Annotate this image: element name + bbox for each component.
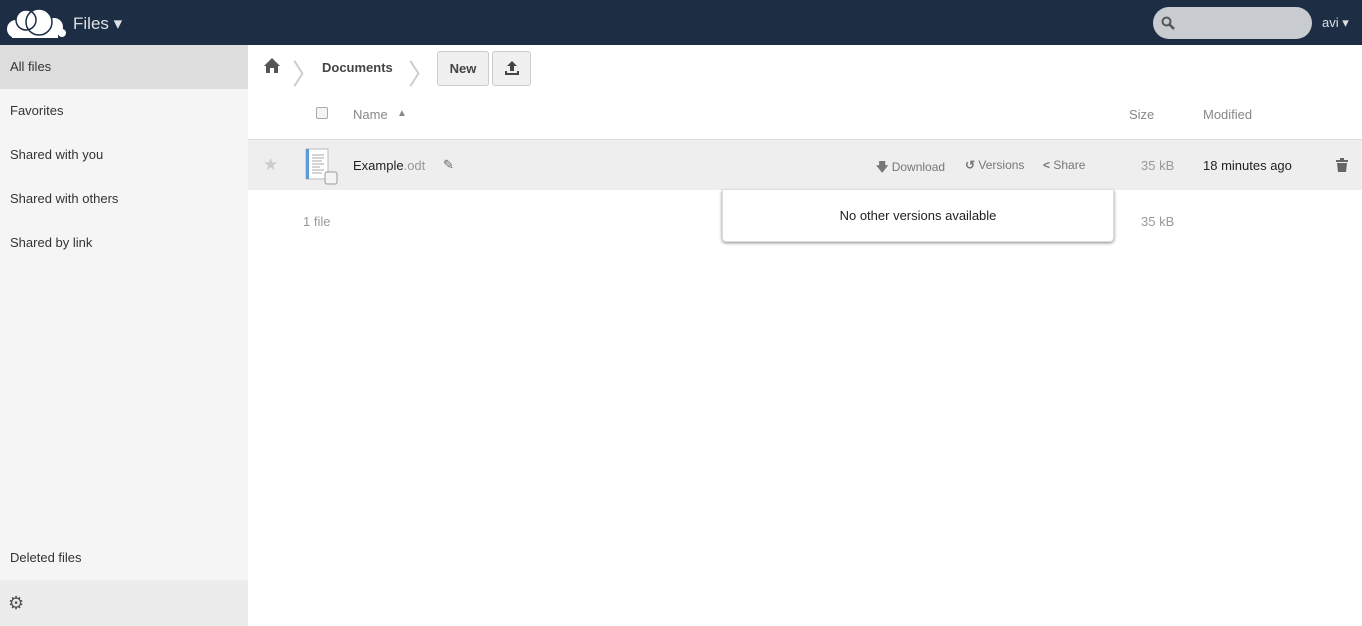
- search-input[interactable]: [1153, 7, 1312, 39]
- rename-pencil-icon[interactable]: ✎: [443, 157, 454, 173]
- sidebar-item-shared-by-link[interactable]: Shared by link: [0, 221, 248, 265]
- breadcrumb-separator: 〉: [408, 59, 437, 90]
- sort-ascending-icon: ▲: [397, 108, 407, 119]
- size-column-header[interactable]: Size: [1129, 107, 1154, 122]
- top-bar: Files ▾ avi ▾: [0, 0, 1362, 45]
- download-icon: 🡇: [876, 160, 889, 174]
- file-modified: 18 minutes ago: [1203, 158, 1292, 173]
- document-file-icon: [305, 148, 338, 185]
- download-action[interactable]: 🡇 Download: [876, 158, 945, 179]
- file-table-header: Name ▲ Size Modified: [248, 89, 1362, 140]
- sidebar: All files Favorites Shared with you Shar…: [0, 45, 248, 626]
- history-icon: ↺: [965, 158, 976, 172]
- versions-action[interactable]: ↺ Versions: [965, 158, 1024, 172]
- upload-button[interactable]: [492, 51, 531, 86]
- share-action[interactable]: < Share: [1043, 158, 1085, 172]
- upload-icon: [504, 61, 519, 75]
- app-menu[interactable]: Files ▾: [73, 14, 122, 34]
- versions-popover: No other versions available: [722, 190, 1114, 242]
- sidebar-item-favorites[interactable]: Favorites: [0, 89, 248, 133]
- home-icon[interactable]: [264, 58, 280, 73]
- search-icon: [1161, 16, 1175, 30]
- select-all-checkbox[interactable]: [316, 107, 328, 119]
- user-menu[interactable]: avi ▾: [1322, 15, 1349, 31]
- file-count-summary: 1 file: [303, 214, 331, 229]
- name-column-header[interactable]: Name: [353, 107, 388, 122]
- breadcrumb-separator: 〉: [292, 59, 321, 90]
- sidebar-item-shared-with-you[interactable]: Shared with you: [0, 133, 248, 177]
- gear-icon: ⚙: [8, 593, 25, 613]
- trash-icon[interactable]: [1336, 158, 1348, 172]
- owncloud-logo[interactable]: [4, 5, 66, 42]
- star-icon[interactable]: ★: [263, 155, 278, 175]
- total-size-summary: 35 kB: [1141, 214, 1175, 229]
- new-button[interactable]: New: [437, 51, 489, 86]
- table-row[interactable]: ★ Example.odt ✎ 🡇 Download ↺ Versions < …: [248, 140, 1362, 190]
- file-name[interactable]: Example.odt: [353, 158, 425, 173]
- share-icon: <: [1043, 158, 1051, 172]
- file-size: 35 kB: [1141, 158, 1175, 173]
- breadcrumb-documents[interactable]: Documents: [322, 60, 393, 75]
- sidebar-item-all-files[interactable]: All files: [0, 45, 248, 89]
- sidebar-item-shared-with-others[interactable]: Shared with others: [0, 177, 248, 221]
- sidebar-item-deleted-files[interactable]: Deleted files: [0, 536, 248, 580]
- settings-button[interactable]: ⚙: [0, 580, 248, 626]
- modified-column-header[interactable]: Modified: [1203, 107, 1252, 122]
